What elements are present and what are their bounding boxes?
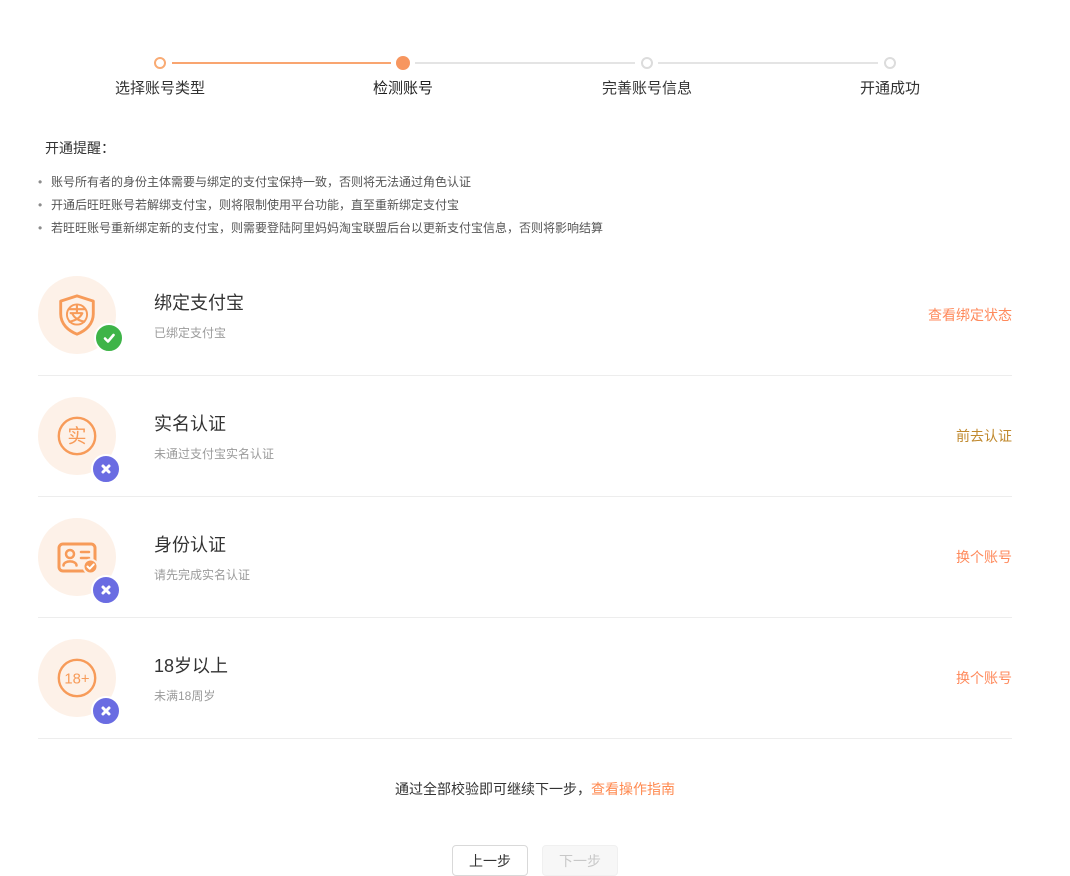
- go-verify-link[interactable]: 前去认证: [956, 426, 1012, 446]
- idcard-icon: [38, 518, 116, 596]
- switch-account-link[interactable]: 换个账号: [956, 547, 1012, 567]
- step-dot-complete-info: [641, 57, 653, 69]
- step-dot-success: [884, 57, 896, 69]
- check-row-realname: 实 实名认证 未通过支付宝实名认证 前去认证: [38, 376, 1012, 497]
- view-binding-status-link[interactable]: 查看绑定状态: [928, 305, 1012, 325]
- stepper-segment-pending: [415, 62, 635, 64]
- notice-item: 账号所有者的身份主体需要与绑定的支付宝保持一致，否则将无法通过角色认证: [38, 171, 1070, 194]
- check-subtitle: 请先完成实名认证: [154, 566, 956, 583]
- switch-account-link[interactable]: 换个账号: [956, 668, 1012, 688]
- stepper-segment-done: [172, 62, 391, 64]
- check-row-bind-alipay: 支 绑定支付宝 已绑定支付宝 查看绑定状态: [38, 255, 1012, 376]
- check-title: 身份认证: [154, 531, 956, 557]
- svg-text:支: 支: [67, 304, 87, 325]
- notice-item: 若旺旺账号重新绑定新的支付宝，则需要登陆阿里妈妈淘宝联盟后台以更新支付宝信息，否…: [38, 217, 1070, 240]
- notice-item: 开通后旺旺账号若解绑支付宝，则将限制使用平台功能，直至重新绑定支付宝: [38, 194, 1070, 217]
- step-label-success: 开通成功: [780, 77, 1000, 98]
- activation-notice: 开通提醒： 账号所有者的身份主体需要与绑定的支付宝保持一致，否则将无法通过角色认…: [38, 138, 1070, 240]
- check-fail-icon: [91, 454, 121, 484]
- step-dot-check-account: [396, 56, 410, 70]
- wizard-buttons: 上一步 下一步: [0, 845, 1070, 876]
- check-title: 实名认证: [154, 410, 956, 436]
- prev-step-button[interactable]: 上一步: [452, 845, 528, 876]
- footer-tip-text: 通过全部校验即可继续下一步，: [395, 781, 591, 797]
- check-fail-icon: [91, 696, 121, 726]
- check-title: 18岁以上: [154, 652, 956, 678]
- svg-text:18+: 18+: [64, 671, 89, 687]
- stepper: 选择账号类型 检测账号 完善账号信息 开通成功: [0, 20, 1070, 100]
- step-dot-select-account-type: [154, 57, 166, 69]
- check-fail-icon: [91, 575, 121, 605]
- check-subtitle: 未满18周岁: [154, 687, 956, 704]
- verification-check-list: 支 绑定支付宝 已绑定支付宝 查看绑定状态 实: [38, 255, 1012, 739]
- realname-icon: 实: [38, 397, 116, 475]
- footer-tip: 通过全部校验即可继续下一步，查看操作指南: [0, 779, 1070, 799]
- check-title: 绑定支付宝: [154, 289, 928, 315]
- check-pass-icon: [94, 323, 124, 353]
- check-row-identity: 身份认证 请先完成实名认证 换个账号: [38, 497, 1012, 618]
- notice-list: 账号所有者的身份主体需要与绑定的支付宝保持一致，否则将无法通过角色认证 开通后旺…: [38, 171, 1070, 240]
- alipay-shield-icon: 支: [38, 276, 116, 354]
- next-step-button[interactable]: 下一步: [542, 845, 618, 876]
- stepper-segment-pending: [658, 62, 878, 64]
- step-label-check-account: 检测账号: [293, 77, 513, 98]
- check-subtitle: 已绑定支付宝: [154, 324, 928, 341]
- age-18plus-icon: 18+: [38, 639, 116, 717]
- step-label-select-account-type: 选择账号类型: [50, 77, 270, 98]
- step-label-complete-info: 完善账号信息: [537, 77, 757, 98]
- check-subtitle: 未通过支付宝实名认证: [154, 445, 956, 462]
- check-row-age: 18+ 18岁以上 未满18周岁 换个账号: [38, 618, 1012, 739]
- notice-title: 开通提醒：: [45, 138, 1070, 158]
- svg-text:实: 实: [67, 426, 86, 448]
- view-guide-link[interactable]: 查看操作指南: [591, 781, 675, 797]
